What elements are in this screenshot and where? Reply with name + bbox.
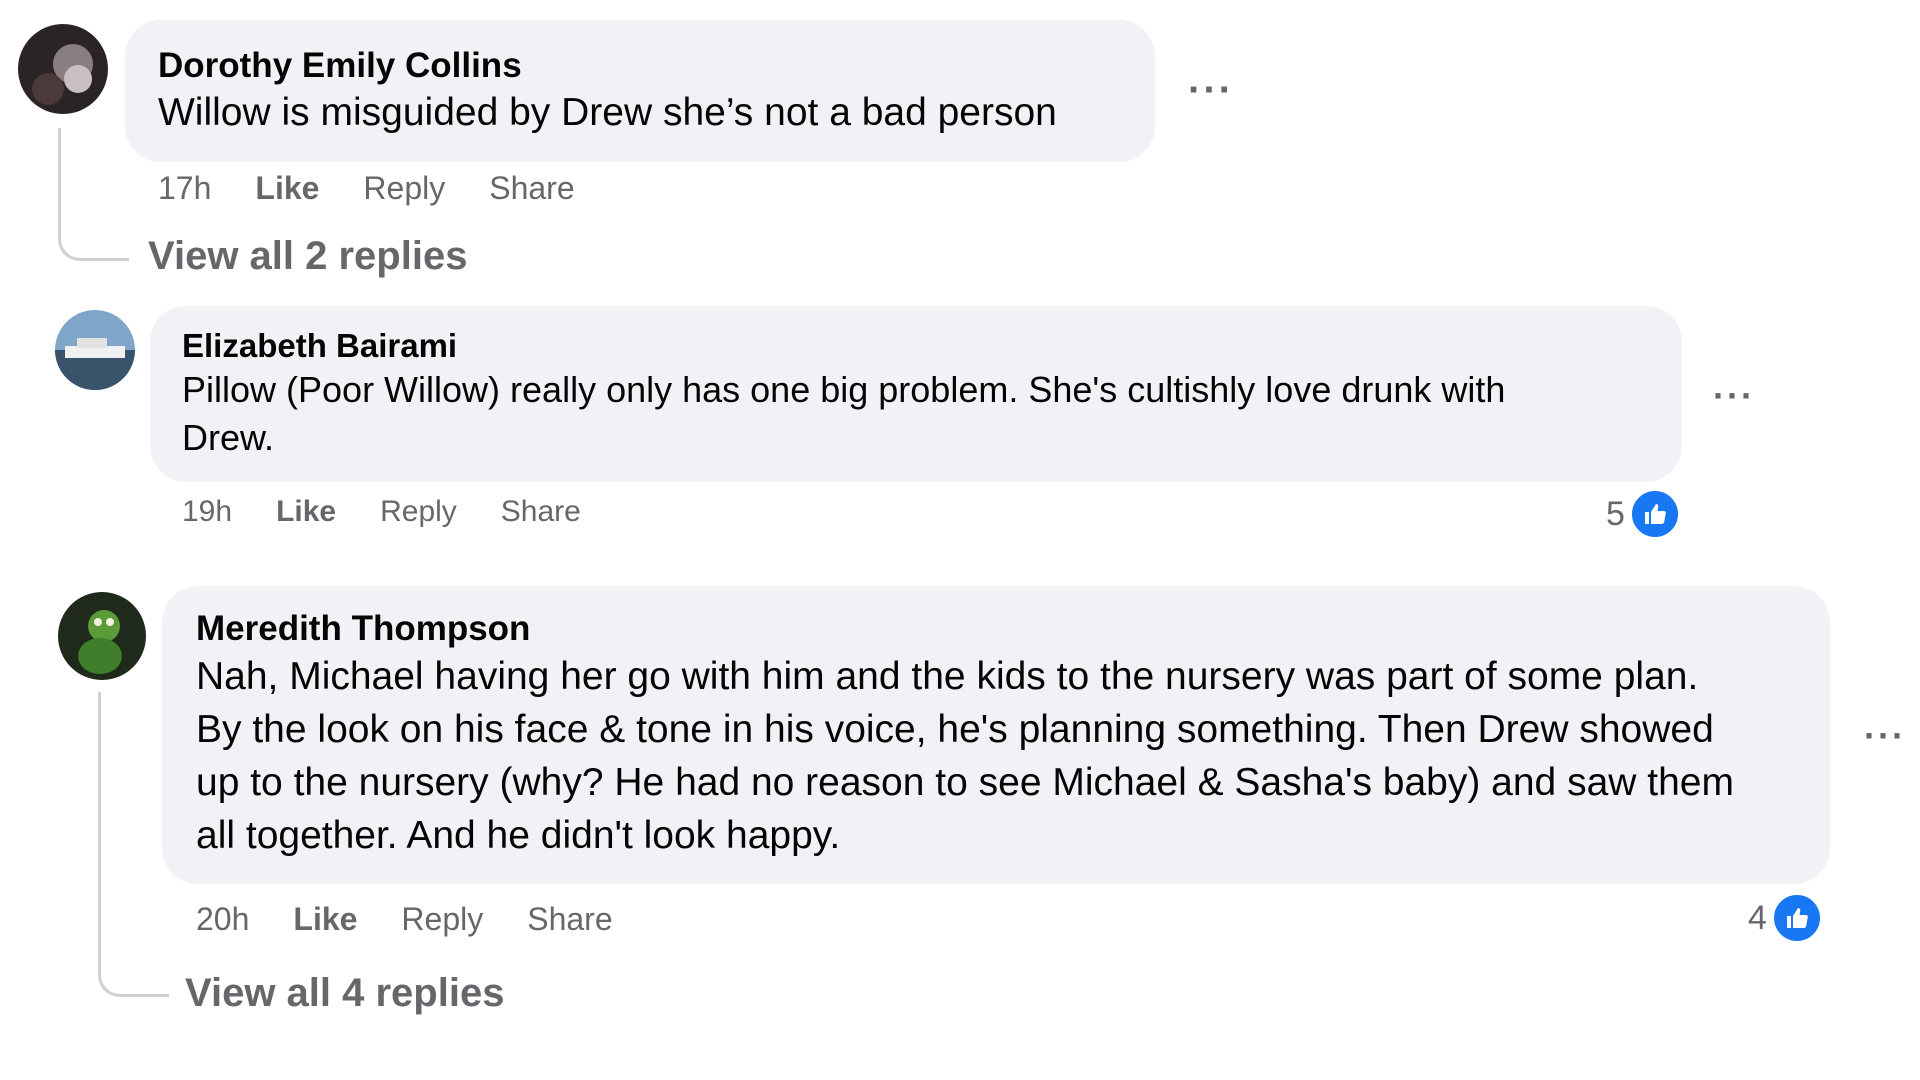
comment-author[interactable]: Elizabeth Bairami <box>182 327 457 365</box>
comment-actions: 19h Like Reply Share <box>182 495 625 529</box>
view-replies-link[interactable]: View all 4 replies <box>185 971 504 1016</box>
comment-timestamp: 19h <box>182 495 233 528</box>
comment-author[interactable]: Dorothy Emily Collins <box>158 46 522 86</box>
like-button[interactable]: Like <box>276 495 336 529</box>
more-options-button[interactable]: ··· <box>1188 70 1234 110</box>
comment-actions: 17h Like Reply Share <box>158 170 619 207</box>
share-button[interactable]: Share <box>501 495 581 529</box>
reaction-summary[interactable]: 5 <box>1606 488 1681 540</box>
comment-actions: 20h Like Reply Share <box>196 901 657 938</box>
comment-text-line: Drew. <box>182 417 275 458</box>
thread-connector <box>58 128 129 261</box>
comment-text-line: all together. And he didn't look happy. <box>196 814 841 857</box>
reply-button[interactable]: Reply <box>363 170 445 207</box>
reply-button[interactable]: Reply <box>380 495 457 529</box>
share-button[interactable]: Share <box>489 170 574 207</box>
avatar[interactable] <box>18 24 108 114</box>
more-options-button[interactable]: ··· <box>1864 718 1906 754</box>
more-options-button[interactable]: ··· <box>1713 378 1755 414</box>
avatar[interactable] <box>55 310 135 390</box>
thumbs-up-icon <box>1770 892 1823 944</box>
comment-timestamp: 17h <box>158 170 212 206</box>
view-replies-link[interactable]: View all 2 replies <box>148 234 467 279</box>
avatar[interactable] <box>58 592 146 680</box>
comment-text-line: By the look on his face & tone in his vo… <box>196 708 1714 751</box>
reply-button[interactable]: Reply <box>401 901 483 938</box>
reaction-summary[interactable]: 4 <box>1748 892 1823 944</box>
comment-timestamp: 20h <box>196 901 250 937</box>
comment-text-line: Pillow (Poor Willow) really only has one… <box>182 369 1506 410</box>
comment-text-line: Nah, Michael having her go with him and … <box>196 655 1699 698</box>
like-button[interactable]: Like <box>255 170 319 207</box>
reaction-count: 5 <box>1606 494 1625 533</box>
reaction-count: 4 <box>1748 898 1767 937</box>
comment-text: Willow is misguided by Drew she’s not a … <box>158 91 1057 134</box>
comment-text-line: up to the nursery (why? He had no reason… <box>196 761 1734 804</box>
thumbs-up-icon <box>1628 488 1681 540</box>
share-button[interactable]: Share <box>527 901 612 938</box>
comment-author[interactable]: Meredith Thompson <box>196 609 530 649</box>
thread-connector <box>98 692 169 997</box>
like-button[interactable]: Like <box>293 901 357 938</box>
